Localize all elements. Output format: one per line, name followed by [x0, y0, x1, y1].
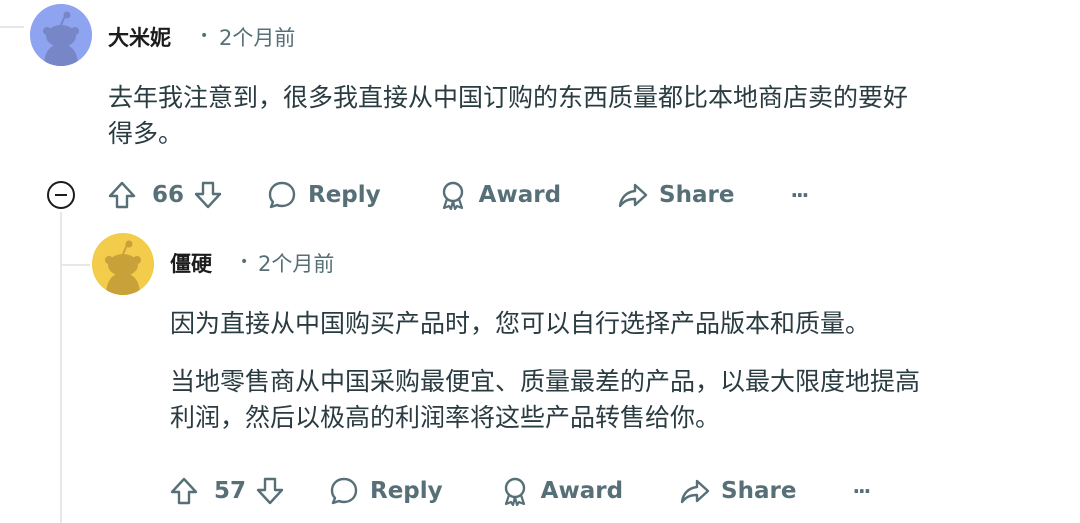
award-icon — [442, 181, 463, 211]
avatar[interactable] — [30, 4, 92, 66]
avatar[interactable] — [92, 233, 154, 295]
comment-body-line: 当地零售商从中国采购最便宜、质量最差的产品，以最大限度地提高 — [170, 367, 921, 396]
award-button[interactable]: Award — [437, 179, 561, 211]
thread-connector-top — [0, 26, 24, 28]
comment-separator: • — [240, 254, 249, 270]
comment-body-line: 得多。 — [108, 119, 184, 148]
comment-body: 因为直接从中国购买产品时，您可以自行选择产品版本和质量。 当地零售商从中国采购最… — [170, 306, 1050, 436]
downvote-icon[interactable] — [192, 179, 224, 211]
reply-button[interactable]: Reply — [328, 475, 443, 507]
vote-count: 57 — [214, 478, 247, 504]
comment-action-row: 57 Reply Award Share ··· — [168, 471, 871, 511]
vote-count: 66 — [152, 182, 185, 208]
reply-label: Reply — [370, 478, 443, 504]
comment-bubble-icon — [330, 477, 358, 505]
comment-separator: • — [200, 28, 209, 44]
comment-body-line: 利润，然后以极高的利润率将这些产品转售给你。 — [170, 403, 721, 432]
comment-body-paragraph: 因为直接从中国购买产品时，您可以自行选择产品版本和质量。 — [170, 309, 871, 338]
thread-line-parent — [60, 212, 62, 523]
reply-button[interactable]: Reply — [266, 179, 381, 211]
comment-timestamp[interactable]: 2个月前 — [258, 248, 334, 278]
award-label: Award — [478, 182, 562, 208]
share-arrow-icon — [680, 479, 710, 504]
more-options-button[interactable]: ··· — [852, 479, 871, 503]
award-button[interactable]: Award — [499, 475, 623, 507]
comment-bubble-icon — [268, 181, 296, 209]
collapse-thread-button[interactable] — [47, 181, 75, 209]
award-icon — [504, 477, 525, 507]
comment-timestamp[interactable]: 2个月前 — [219, 22, 295, 52]
share-label: Share — [659, 182, 735, 208]
more-options-button[interactable]: ··· — [790, 183, 809, 207]
reply-label: Reply — [308, 182, 381, 208]
award-label: Award — [540, 478, 624, 504]
downvote-icon[interactable] — [254, 475, 286, 507]
comment-body-line: 去年我注意到，很多我直接从中国订购的东西质量都比本地商店卖的要好 — [108, 83, 909, 112]
share-button[interactable]: Share — [617, 179, 734, 211]
share-arrow-icon — [618, 183, 648, 208]
share-label: Share — [721, 478, 797, 504]
comment-author[interactable]: 大米妮 — [108, 22, 171, 52]
thread-connector-reply — [60, 264, 90, 266]
share-button[interactable]: Share — [679, 475, 796, 507]
minus-icon — [55, 193, 67, 197]
upvote-icon[interactable] — [168, 475, 200, 507]
comment-action-row: 66 Reply Award Share ··· — [106, 175, 809, 215]
comment-author[interactable]: 僵硬 — [170, 248, 212, 278]
upvote-icon[interactable] — [106, 179, 138, 211]
comment-body: 去年我注意到，很多我直接从中国订购的东西质量都比本地商店卖的要好 得多。 — [108, 80, 1008, 152]
